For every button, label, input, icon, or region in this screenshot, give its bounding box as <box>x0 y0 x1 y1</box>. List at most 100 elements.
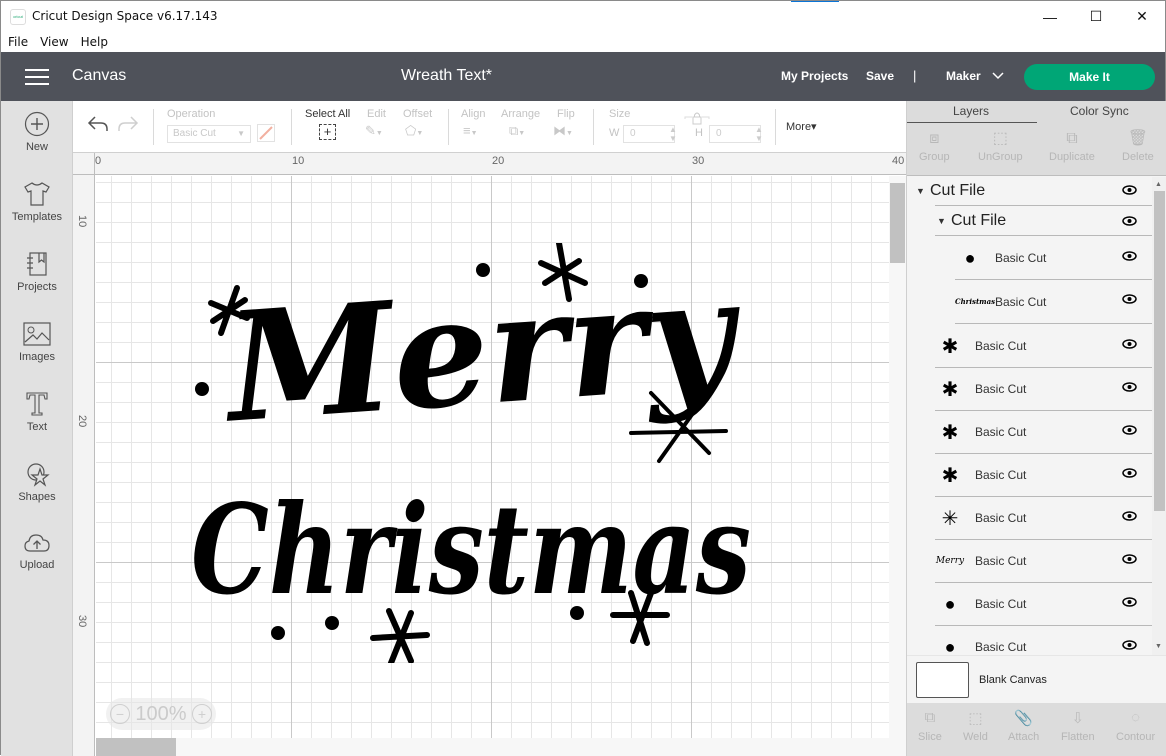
eye-icon[interactable] <box>1122 425 1137 435</box>
weld-button[interactable]: ⬚ Weld <box>963 709 988 743</box>
toolbar-divider <box>448 109 449 145</box>
notebook-icon <box>27 252 47 276</box>
tab-color-sync[interactable]: Color Sync <box>1070 104 1129 118</box>
sidebar-item-projects[interactable]: Projects <box>1 251 73 311</box>
ruler-label: 20 <box>492 155 505 167</box>
align-icon[interactable]: ≡▼ <box>463 123 478 138</box>
height-stepper[interactable]: ▲ ▼ <box>755 125 763 143</box>
hamburger-menu-icon[interactable] <box>25 69 49 85</box>
layers-scroll-thumb[interactable] <box>1154 191 1165 511</box>
eye-icon[interactable] <box>1122 640 1137 650</box>
menu-view[interactable]: View <box>40 32 68 52</box>
offset-icon[interactable]: ⬠▼ <box>405 123 423 139</box>
app-logo-icon: cricut <box>10 9 26 25</box>
sidebar-item-text[interactable]: Text <box>1 391 73 451</box>
ruler-label: 10 <box>76 215 88 228</box>
layer-thumbnail-christmas: Christmas <box>955 297 996 306</box>
panel-tabs: Layers Color Sync <box>907 101 1166 124</box>
merry-christmas-artwork[interactable]: Merry Christmas <box>181 243 771 663</box>
layer-row[interactable]: ✱ Basic Cut <box>935 454 1152 497</box>
eye-icon[interactable] <box>1122 554 1137 564</box>
layer-row[interactable]: ● Basic Cut <box>955 237 1152 280</box>
layer-row[interactable]: ✳ Basic Cut <box>935 497 1152 540</box>
canvas-horizontal-scroll-thumb[interactable] <box>96 738 176 756</box>
zoom-in-button[interactable]: + <box>192 704 212 724</box>
canvas-vertical-scroll-thumb[interactable] <box>890 183 905 263</box>
more-button[interactable]: More▾ <box>786 120 817 133</box>
maximize-button[interactable]: ☐ <box>1073 1 1119 32</box>
edit-icon[interactable]: ✎▼ <box>365 123 383 139</box>
eye-icon[interactable] <box>1122 339 1137 349</box>
canvas-vertical-scrollbar[interactable] <box>889 176 906 756</box>
scroll-down-arrow-icon[interactable]: ▼ <box>1155 643 1162 650</box>
layer-group-row[interactable]: ▼ Cut File <box>935 205 1152 236</box>
group-button[interactable]: ⧈ Group <box>919 127 950 163</box>
eye-icon[interactable] <box>1122 468 1137 478</box>
attach-button[interactable]: 📎 Attach <box>1008 709 1039 743</box>
close-button[interactable]: ✕ <box>1119 1 1165 32</box>
scroll-up-arrow-icon[interactable]: ▲ <box>1155 181 1162 188</box>
blank-canvas-row[interactable]: Blank Canvas <box>907 655 1166 703</box>
toolbar-divider <box>153 109 154 145</box>
duplicate-label: Duplicate <box>1049 151 1095 163</box>
eye-icon[interactable] <box>1122 251 1137 261</box>
redo-icon[interactable] <box>117 115 139 133</box>
operation-select[interactable]: Basic Cut ▼ <box>167 125 251 143</box>
layer-row[interactable]: Christmas Basic Cut <box>955 280 1152 324</box>
eye-icon[interactable] <box>1122 382 1137 392</box>
sidebar-item-shapes[interactable]: Shapes <box>1 461 73 521</box>
make-it-button[interactable]: Make It <box>1024 64 1155 90</box>
sidebar-item-upload[interactable]: Upload <box>1 531 73 591</box>
slice-button[interactable]: ⧉ Slice <box>918 709 942 743</box>
ungroup-button[interactable]: ⬚ UnGroup <box>978 127 1023 163</box>
design-canvas[interactable]: 0 10 20 30 40 10 20 30 Merry Christmas −… <box>73 153 906 756</box>
eye-icon[interactable] <box>1122 597 1137 607</box>
width-input[interactable]: 0 <box>623 125 675 143</box>
menu-file[interactable]: File <box>8 32 28 52</box>
undo-icon[interactable] <box>87 115 109 133</box>
my-projects-link[interactable]: My Projects <box>781 69 848 83</box>
machine-selector[interactable]: Maker <box>946 69 1004 83</box>
layer-group-row[interactable]: ▼ Cut File <box>916 177 1152 204</box>
select-all-label[interactable]: Select All <box>305 108 350 120</box>
dot-icon <box>271 626 285 640</box>
delete-label: Delete <box>1122 151 1154 163</box>
arrange-icon[interactable]: ⧉▼ <box>509 123 525 139</box>
operation-value: Basic Cut <box>173 128 216 139</box>
collapse-caret-icon[interactable]: ▼ <box>916 186 930 196</box>
layer-row[interactable]: ● Basic Cut <box>935 626 1152 657</box>
flatten-button[interactable]: ⇩ Flatten <box>1061 709 1095 743</box>
color-swatch-icon[interactable] <box>257 124 275 142</box>
eye-icon[interactable] <box>1122 216 1137 226</box>
select-all-icon[interactable]: + <box>319 124 336 140</box>
ruler-label: 30 <box>76 615 88 628</box>
eye-icon[interactable] <box>1122 185 1137 195</box>
zoom-out-button[interactable]: − <box>110 704 130 724</box>
lock-icon[interactable] <box>683 111 711 125</box>
tab-layers[interactable]: Layers <box>953 104 989 118</box>
collapse-caret-icon[interactable]: ▼ <box>937 216 951 226</box>
layer-row[interactable]: ✱ Basic Cut <box>935 411 1152 454</box>
canvas-horizontal-scrollbar[interactable] <box>96 738 889 756</box>
menu-help[interactable]: Help <box>81 32 108 52</box>
save-link[interactable]: Save <box>866 69 894 83</box>
delete-button[interactable]: 🗑 Delete <box>1122 127 1154 163</box>
width-stepper[interactable]: ▲ ▼ <box>669 125 677 143</box>
flip-icon[interactable]: ⧓▼ <box>553 123 573 139</box>
layer-row[interactable]: Merry Basic Cut <box>935 540 1152 583</box>
sidebar-item-images[interactable]: Images <box>1 321 73 381</box>
eye-icon[interactable] <box>1122 294 1137 304</box>
shapes-icon <box>27 463 50 487</box>
minimize-button[interactable]: — <box>1027 1 1073 32</box>
eye-icon[interactable] <box>1122 511 1137 521</box>
height-input[interactable]: 0 <box>709 125 761 143</box>
offset-label: Offset <box>403 108 433 120</box>
sidebar-item-new[interactable]: New <box>1 111 73 171</box>
sidebar-item-templates[interactable]: Templates <box>1 181 73 241</box>
duplicate-button[interactable]: ⧉ Duplicate <box>1049 127 1095 163</box>
layer-row[interactable]: ● Basic Cut <box>935 583 1152 626</box>
weld-icon: ⬚ <box>968 710 983 727</box>
contour-button[interactable]: ◌ Contour <box>1116 709 1155 743</box>
layer-row[interactable]: ✱ Basic Cut <box>935 368 1152 411</box>
layer-row[interactable]: ✱ Basic Cut <box>935 325 1152 368</box>
